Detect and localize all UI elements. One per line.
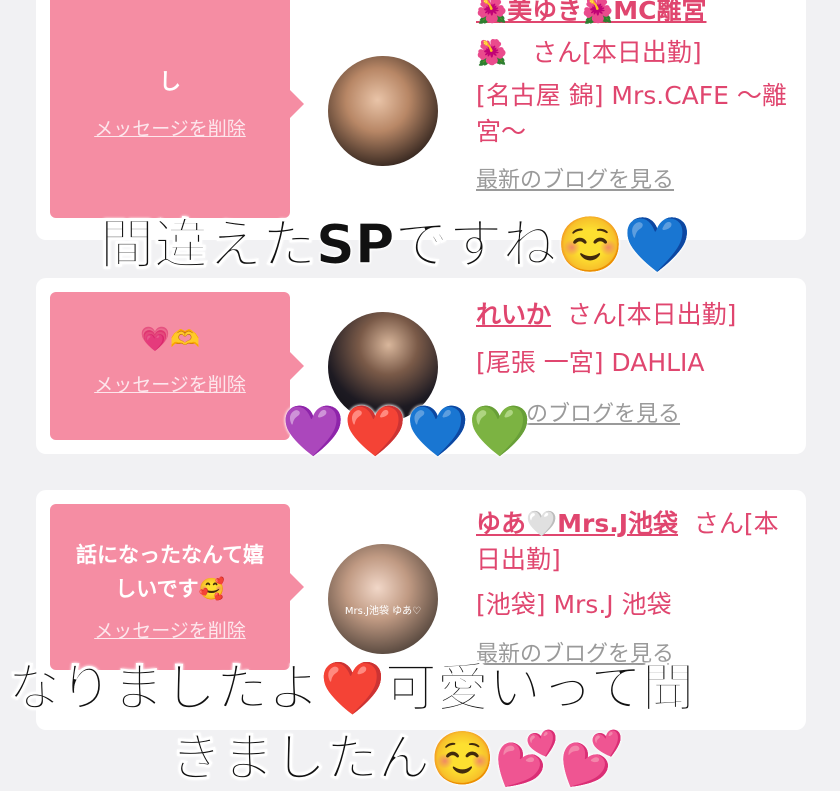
shop-name: [名古屋 錦] Mrs.CAFE ～離宮～ bbox=[476, 81, 787, 146]
avatar[interactable] bbox=[328, 56, 438, 166]
overlay-caption-bottom-line1: なりましたよ❤️可愛いって聞 bbox=[7, 659, 695, 720]
overlay-caption-bottom-line2: きましたん☺️💕💕 bbox=[169, 729, 625, 790]
shop-name: [尾張 一宮] DAHLIA bbox=[476, 348, 705, 377]
profile-name-link[interactable]: ゆあ🤍Mrs.J池袋 bbox=[476, 509, 678, 538]
message-bubble: し メッセージを削除 bbox=[50, 0, 304, 218]
profile-name-link[interactable]: れいか bbox=[476, 300, 551, 329]
blog-link[interactable]: 最新のブログを見る bbox=[476, 160, 796, 202]
avatar-caption: Mrs.J池袋 ゆあ♡ bbox=[344, 606, 422, 617]
message-bubble: 💗🫶 メッセージを削除 bbox=[50, 292, 304, 440]
message-text: 💗🫶 bbox=[140, 325, 200, 353]
profile-name-link[interactable]: 🌺美ゆき🌺MC離宮 bbox=[476, 0, 796, 32]
overlay-hearts: 💜❤️💙💚 bbox=[281, 402, 532, 461]
overlay-caption-top: 間違えたSPですね☺️💙 bbox=[100, 213, 692, 277]
profile-info: 🌺美ゆき🌺MC離宮 🌺 さん[本日出勤] [名古屋 錦] Mrs.CAFE ～離… bbox=[476, 0, 796, 202]
profile-status: さん[本日出勤] bbox=[566, 300, 737, 329]
delete-message-link[interactable]: メッセージを削除 bbox=[50, 114, 290, 141]
delete-message-link[interactable]: メッセージを削除 bbox=[50, 616, 290, 643]
profile-status: 🌺 さん[本日出勤] bbox=[476, 38, 702, 67]
message-text: し bbox=[158, 70, 181, 95]
shop-name: [池袋] Mrs.J 池袋 bbox=[476, 590, 672, 619]
message-text: 話になったなんて嬉しいです🥰 bbox=[76, 543, 264, 601]
delete-message-link[interactable]: メッセージを削除 bbox=[50, 370, 290, 397]
avatar[interactable]: Mrs.J池袋 ゆあ♡ bbox=[328, 544, 438, 654]
